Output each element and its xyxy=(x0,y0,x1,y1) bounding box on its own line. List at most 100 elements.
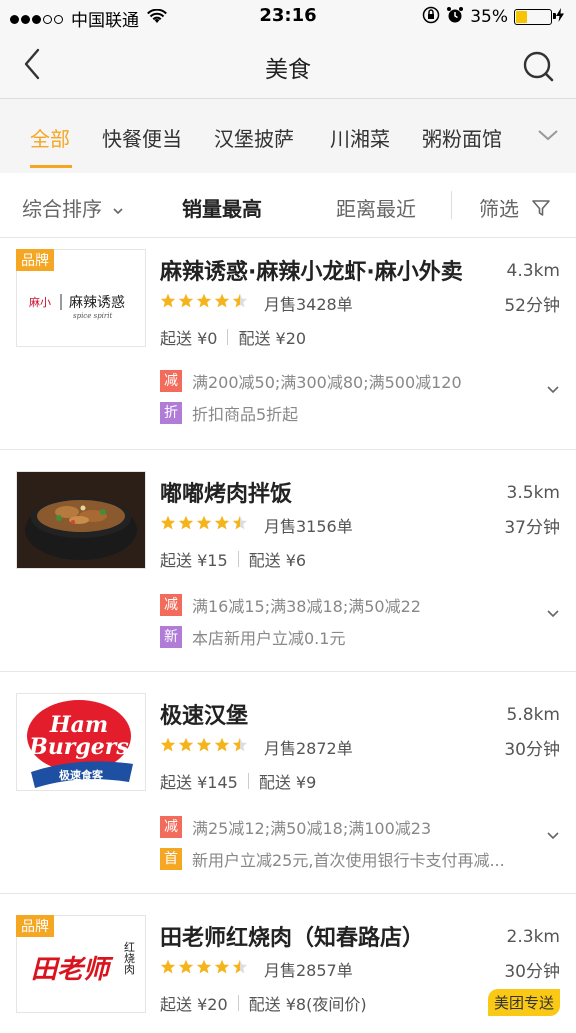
restaurant-card[interactable]: Ham Burgers 极速食客 极速汉堡 5.8km 月售2872单 30分钟… xyxy=(0,671,576,894)
distance: 3.5km xyxy=(506,483,560,503)
brand-badge: 品牌 xyxy=(16,915,54,937)
promo-text: 满200减50;满300减80;满500减120 xyxy=(192,373,462,392)
search-button[interactable] xyxy=(518,46,558,86)
svg-text:麻小: 麻小 xyxy=(29,295,51,309)
promo-text: 满25减12;满50减18;满100减23 xyxy=(192,819,432,838)
svg-text:红烧肉: 红烧肉 xyxy=(123,941,136,974)
restaurant-name: 田老师红烧肉（知春路店） xyxy=(160,926,425,951)
page-title: 美食 xyxy=(265,57,311,83)
meituan-delivery-badge: 美团专送 xyxy=(487,989,560,1016)
sort-sales[interactable]: 销量最高 xyxy=(182,193,262,222)
promo-row: 首 新用户立减25元,首次使用银行卡支付再减... xyxy=(160,847,505,871)
tab-noodles[interactable]: 粥粉面馆 xyxy=(422,123,502,152)
filter-button[interactable]: 筛选 xyxy=(479,193,551,222)
delivery-time: 37分钟 xyxy=(504,518,560,538)
star-icon xyxy=(160,293,176,308)
star-icon xyxy=(214,959,230,974)
monthly-sales: 月售2857单 xyxy=(264,961,353,980)
restaurant-photo xyxy=(16,471,146,569)
star-icon xyxy=(232,737,248,752)
rating-stars xyxy=(160,515,250,531)
promo-row: 折 折扣商品5折起 xyxy=(160,401,298,425)
expand-promos-button[interactable] xyxy=(546,826,560,840)
distance: 5.8km xyxy=(506,705,560,725)
chevron-down-icon xyxy=(113,208,123,215)
promo-text: 折扣商品5折起 xyxy=(192,405,299,424)
chevron-down-icon xyxy=(547,610,559,618)
restaurant-name: 极速汉堡 xyxy=(160,704,249,729)
svg-text:spice spirit: spice spirit xyxy=(73,312,112,320)
star-icon xyxy=(178,737,194,752)
promo-row: 减 满200减50;满300减80;满500减120 xyxy=(160,369,462,393)
star-icon xyxy=(160,737,176,752)
delivery-fee: 配送 ¥8(夜间价) xyxy=(248,995,367,1014)
promo-tag: 新 xyxy=(160,626,182,648)
delivery-time: 30分钟 xyxy=(504,740,560,760)
promo-text: 满16减15;满38减18;满50减22 xyxy=(192,597,421,616)
star-icon xyxy=(232,515,248,530)
star-icon xyxy=(232,293,248,308)
restaurant-name: 嘟嘟烤肉拌饭 xyxy=(160,482,293,507)
star-icon xyxy=(196,515,212,530)
star-icon xyxy=(196,959,212,974)
tab-sichuan-hunan[interactable]: 川湘菜 xyxy=(330,123,390,152)
restaurant-card[interactable]: 麻小 麻辣诱惑 spice spirit 品牌 麻辣诱惑·麻辣小龙虾·麻小外卖 … xyxy=(0,237,576,450)
restaurant-card[interactable]: 嘟嘟烤肉拌饭 3.5km 月售3156单 37分钟 起送 ¥15 配送 ¥6 减 … xyxy=(0,449,576,672)
delivery-fee: 配送 ¥20 xyxy=(238,329,307,348)
alarm-icon xyxy=(446,6,464,28)
promo-text: 本店新用户立减0.1元 xyxy=(192,629,346,648)
distance: 2.3km xyxy=(506,927,560,947)
search-icon xyxy=(523,51,554,82)
sort-comprehensive-label: 综合排序 xyxy=(22,197,102,221)
delivery-fee: 配送 ¥9 xyxy=(258,773,317,792)
tab-burger-pizza[interactable]: 汉堡披萨 xyxy=(214,123,294,152)
min-order: 起送 ¥20 xyxy=(160,995,228,1014)
rating-stars xyxy=(160,737,250,753)
monthly-sales: 月售3428单 xyxy=(264,295,353,314)
chevron-down-icon xyxy=(538,130,558,141)
restaurant-name: 麻辣诱惑·麻辣小龙虾·麻小外卖 xyxy=(160,260,463,285)
status-bar: 中国联通 23:16 35% xyxy=(0,0,576,34)
delivery-time: 52分钟 xyxy=(504,296,560,316)
sort-distance[interactable]: 距离最近 xyxy=(336,193,416,222)
star-icon xyxy=(196,293,212,308)
delivery-fee: 配送 ¥6 xyxy=(248,551,307,570)
sort-comprehensive[interactable]: 综合排序 xyxy=(22,193,124,222)
min-order: 起送 ¥0 xyxy=(160,329,218,348)
brand-badge: 品牌 xyxy=(16,249,54,271)
min-order: 起送 ¥145 xyxy=(160,773,238,792)
sort-bar: 综合排序 销量最高 距离最近 筛选 xyxy=(0,173,576,238)
star-icon xyxy=(214,293,230,308)
star-icon xyxy=(232,959,248,974)
promo-tag: 减 xyxy=(160,816,182,838)
monthly-sales: 月售3156单 xyxy=(264,517,353,536)
expand-promos-button[interactable] xyxy=(546,380,560,394)
promo-row: 减 满16减15;满38减18;满50减22 xyxy=(160,593,421,617)
filter-icon xyxy=(532,200,551,216)
restaurant-card[interactable]: 田老师 红烧肉 品牌 田老师红烧肉（知春路店） 2.3km 月售2857单 30… xyxy=(0,893,576,1033)
star-icon xyxy=(178,959,194,974)
rating-stars xyxy=(160,293,250,309)
tab-fast-food[interactable]: 快餐便当 xyxy=(102,123,182,152)
divider xyxy=(451,191,452,219)
promo-text: 新用户立减25元,首次使用银行卡支付再减... xyxy=(192,851,505,870)
star-icon xyxy=(178,515,194,530)
expand-promos-button[interactable] xyxy=(546,604,560,618)
tab-all[interactable]: 全部 xyxy=(30,123,70,152)
promo-row: 减 满25减12;满50减18;满100减23 xyxy=(160,815,431,839)
promo-tag: 减 xyxy=(160,594,182,616)
category-tabs: 全部 快餐便当 汉堡披萨 川湘菜 粥粉面馆 xyxy=(0,99,576,173)
active-tab-indicator xyxy=(30,165,72,168)
restaurant-logo: Ham Burgers 极速食客 xyxy=(16,693,146,791)
expand-categories-button[interactable] xyxy=(536,125,560,145)
monthly-sales: 月售2872单 xyxy=(264,739,353,758)
delivery-time: 30分钟 xyxy=(504,962,560,982)
filter-label: 筛选 xyxy=(479,197,519,221)
charging-icon xyxy=(556,8,564,26)
battery-icon xyxy=(514,9,556,25)
star-icon xyxy=(160,515,176,530)
star-icon xyxy=(214,737,230,752)
chevron-down-icon xyxy=(547,386,559,394)
chevron-down-icon xyxy=(547,832,559,840)
promo-tag: 折 xyxy=(160,402,182,424)
